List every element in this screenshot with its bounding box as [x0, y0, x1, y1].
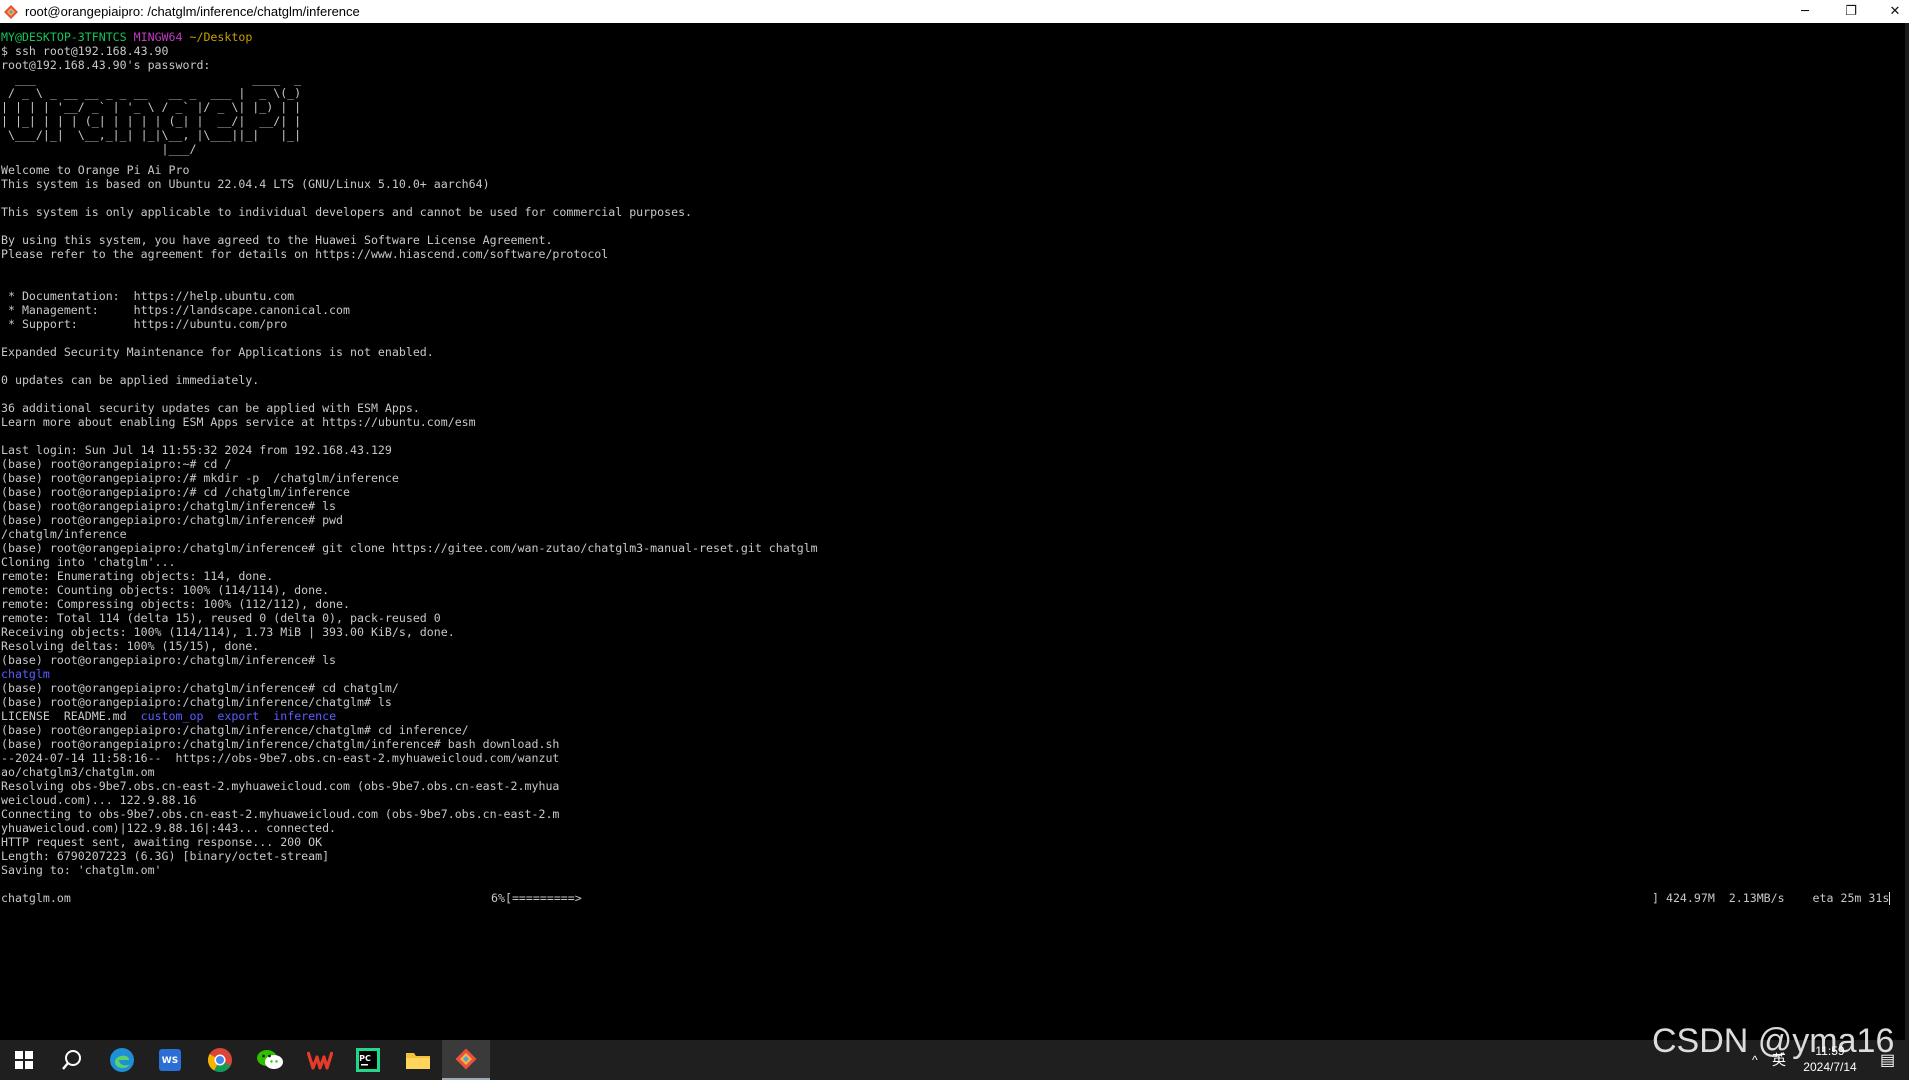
csdn-watermark: CSDN @yma16 [1652, 1022, 1895, 1060]
terminal-line: Expanded Security Maintenance for Applic… [1, 345, 434, 359]
terminal-line: Welcome to Orange Pi Ai Pro [1, 163, 190, 177]
download-stats-text: ] 424.97M 2.13MB/s eta 25m 31s [1652, 891, 1890, 905]
close-button[interactable]: ✕ [1872, 0, 1909, 23]
taskbar-app-wps-writer[interactable]: WS [146, 1040, 194, 1080]
terminal-output[interactable]: MY@DESKTOP-3TFNTCS MINGW64 ~/Desktop $ s… [0, 23, 1905, 1040]
terminal-line: ao/chatglm3/chatglm.om [1, 765, 155, 779]
terminal-line: (base) root@orangepiaipro:/chatglm/infer… [1, 723, 469, 737]
terminal-line: (base) root@orangepiaipro:/chatglm/infer… [1, 737, 560, 751]
wechat-icon [257, 1050, 283, 1069]
terminal-line: (base) root@orangepiaipro:~# cd / [1, 457, 232, 471]
edge-icon [110, 1048, 134, 1072]
search-button[interactable] [48, 1040, 96, 1080]
terminal-line: By using this system, you have agreed to… [1, 233, 553, 247]
ascii-banner-line: | | | | '__/ _` | '_ \ / _` |/ _ \| |_) … [1, 100, 302, 114]
ascii-banner-line: \___/|_| \__,_|_| |_|\__, |\___||_| |_| [1, 128, 302, 142]
terminal-line: Length: 6790207223 (6.3G) [binary/octet-… [1, 849, 330, 863]
wps-writer-icon: WS [159, 1049, 181, 1071]
terminal-line: * Support: https://ubuntu.com/pro [1, 317, 288, 331]
restore-button[interactable]: ❐ [1828, 0, 1874, 23]
terminal-line: Connecting to obs-9be7.obs.cn-east-2.myh… [1, 807, 560, 821]
terminal-line: root@192.168.43.90's password: [1, 58, 211, 72]
terminal-line: This system is only applicable to indivi… [1, 205, 693, 219]
terminal-line: (base) root@orangepiaipro:/chatglm/infer… [1, 653, 337, 667]
prompt-shell: MINGW64 [133, 30, 183, 44]
prompt-user-host: MY@DESKTOP-3TFNTCS [1, 30, 127, 44]
terminal-line: (base) root@orangepiaipro:/chatglm/infer… [1, 541, 818, 555]
taskbar-app-pycharm[interactable]: PC [344, 1040, 392, 1080]
download-filename: chatglm.om [1, 891, 71, 905]
terminal-line: remote: Total 114 (delta 15), reused 0 (… [1, 611, 441, 625]
svg-text:WS: WS [162, 1056, 178, 1066]
terminal-line: (base) root@orangepiaipro:/# mkdir -p /c… [1, 471, 399, 485]
terminal-line: Cloning into 'chatglm'... [1, 555, 176, 569]
terminal-line: /chatglm/inference [1, 527, 127, 541]
terminal-line: MY@DESKTOP-3TFNTCS MINGW64 ~/Desktop [1, 30, 252, 44]
ascii-banner-line: ___ ____ _ [1, 72, 309, 86]
window-title: root@orangepiaipro: /chatglm/inference/c… [25, 4, 360, 19]
prompt-path: ~/Desktop [189, 30, 253, 44]
taskbar: WS PC ^ 英 11:59 2024/7/14 ▤ [0, 1040, 1909, 1080]
windows-logo-icon [15, 1051, 33, 1069]
chrome-icon [207, 1048, 232, 1073]
taskbar-app-wps[interactable] [296, 1040, 344, 1080]
folder-icon [406, 1053, 430, 1069]
terminal-line: Saving to: 'chatglm.om' [1, 863, 162, 877]
file-list: LICENSE README.md [1, 709, 141, 723]
terminal-line: weicloud.com)... 122.9.88.16 [1, 793, 197, 807]
start-button[interactable] [0, 1040, 48, 1080]
terminal-line: (base) root@orangepiaipro:/# cd /chatglm… [1, 485, 351, 499]
directory-entry: custom_op [140, 709, 204, 723]
ascii-banner-line: | |_| | | | (_| | | | | (_| | __/| __/| … [1, 114, 302, 128]
clock-date: 2024/7/14 [1803, 1060, 1857, 1074]
pycharm-icon: PC [356, 1048, 380, 1072]
terminal-line: 36 additional security updates can be ap… [1, 401, 420, 415]
terminal-line: Resolving deltas: 100% (15/15), done. [1, 639, 260, 653]
ascii-banner-line: |___/ [1, 142, 295, 156]
terminal-line: * Management: https://landscape.canonica… [1, 303, 351, 317]
terminal-line: This system is based on Ubuntu 22.04.4 L… [1, 177, 490, 191]
taskbar-app-chrome[interactable] [196, 1040, 244, 1080]
terminal-line: Last login: Sun Jul 14 11:55:32 2024 fro… [1, 443, 392, 457]
svg-text:PC: PC [359, 1054, 371, 1063]
terminal-line: (base) root@orangepiaipro:/chatglm/infer… [1, 513, 344, 527]
wps-icon [307, 1051, 333, 1070]
taskbar-app-edge[interactable] [98, 1040, 146, 1080]
terminal-line: (base) root@orangepiaipro:/chatglm/infer… [1, 695, 392, 709]
terminal-scrollbar[interactable] [1905, 23, 1909, 1040]
terminal-line: Receiving objects: 100% (114/114), 1.73 … [1, 625, 455, 639]
ascii-banner-line: / _ \ _ __ __ _ _ __ __ _ ___ | _ \(_) [1, 86, 302, 100]
terminal-line: (base) root@orangepiaipro:/chatglm/infer… [1, 681, 399, 695]
taskbar-app-file-explorer[interactable] [394, 1040, 442, 1080]
terminal-line: remote: Enumerating objects: 114, done. [1, 569, 274, 583]
directory-entry: export [217, 709, 260, 723]
terminal-line: Learn more about enabling ESM Apps servi… [1, 415, 476, 429]
terminal-line: remote: Compressing objects: 100% (112/1… [1, 597, 351, 611]
terminal-line: (base) root@orangepiaipro:/chatglm/infer… [1, 499, 337, 513]
terminal-line: 0 updates can be applied immediately. [1, 373, 260, 387]
taskbar-app-git-bash[interactable] [442, 1040, 490, 1080]
taskbar-app-wechat[interactable] [246, 1040, 294, 1080]
minimize-button[interactable]: ─ [1782, 0, 1828, 23]
terminal-line: HTTP request sent, awaiting response... … [1, 835, 323, 849]
download-progress-bar: 6%[=========> [491, 891, 582, 905]
terminal-line: yhuaweicloud.com)|122.9.88.16|:443... co… [1, 821, 337, 835]
window-titlebar: root@orangepiaipro: /chatglm/inference/c… [0, 0, 1909, 24]
download-stats: ] 424.97M 2.13MB/s eta 25m 31s [1652, 891, 1891, 905]
git-bash-icon [4, 4, 18, 19]
terminal-line: Please refer to the agreement for detail… [1, 247, 609, 261]
terminal-line: * Documentation: https://help.ubuntu.com [1, 289, 295, 303]
search-icon [62, 1050, 81, 1070]
directory-entry: chatglm [1, 667, 50, 681]
terminal-line: $ ssh root@192.168.43.90 [1, 44, 169, 58]
terminal-line: --2024-07-14 11:58:16-- https://obs-9be7… [1, 751, 560, 765]
terminal-line: LICENSE README.md custom_op export infer… [1, 709, 336, 723]
terminal-cursor [1889, 892, 1891, 905]
directory-entry: inference [273, 709, 337, 723]
git-bash-icon [455, 1048, 477, 1070]
terminal-line: remote: Counting objects: 100% (114/114)… [1, 583, 330, 597]
terminal-line: Resolving obs-9be7.obs.cn-east-2.myhuawe… [1, 779, 560, 793]
